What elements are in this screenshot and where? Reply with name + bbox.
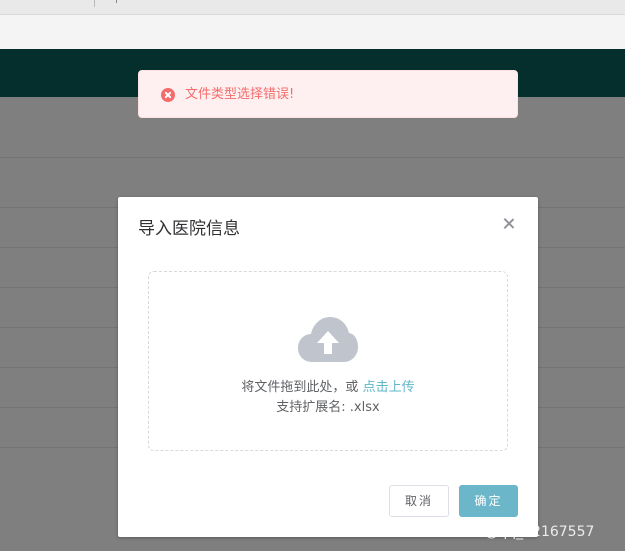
close-icon[interactable] xyxy=(501,216,517,232)
cancel-button[interactable]: 取消 xyxy=(389,485,449,517)
confirm-button[interactable]: 确定 xyxy=(459,485,518,517)
upload-click-link[interactable]: 点击上传 xyxy=(363,380,415,395)
watermark: CSDN @qq_22167557 xyxy=(440,524,595,540)
cloud-upload-icon xyxy=(298,317,358,362)
toast-message: 文件类型选择错误! xyxy=(185,87,295,102)
upload-hint-prefix: 将文件拖到此处，或 xyxy=(241,380,359,395)
tab-separator xyxy=(94,0,95,7)
upload-dropzone[interactable]: 将文件拖到此处，或 点击上传 支持扩展名: .xlsx xyxy=(148,271,508,451)
error-toast: 文件类型选择错误! xyxy=(138,70,518,118)
import-dialog: 导入医院信息 将文件拖到此处，或 点击上传 支持扩展名: .xlsx 取消 确定 xyxy=(118,197,538,537)
upload-extension-tip: 支持扩展名: .xlsx xyxy=(276,400,380,415)
browser-toolbar xyxy=(0,15,625,50)
dialog-title: 导入医院信息 xyxy=(138,219,240,239)
browser-tab-strip xyxy=(0,0,625,15)
error-circle-icon xyxy=(161,88,175,102)
tab-separator xyxy=(116,0,117,3)
upload-hint: 将文件拖到此处，或 点击上传 xyxy=(149,379,507,397)
